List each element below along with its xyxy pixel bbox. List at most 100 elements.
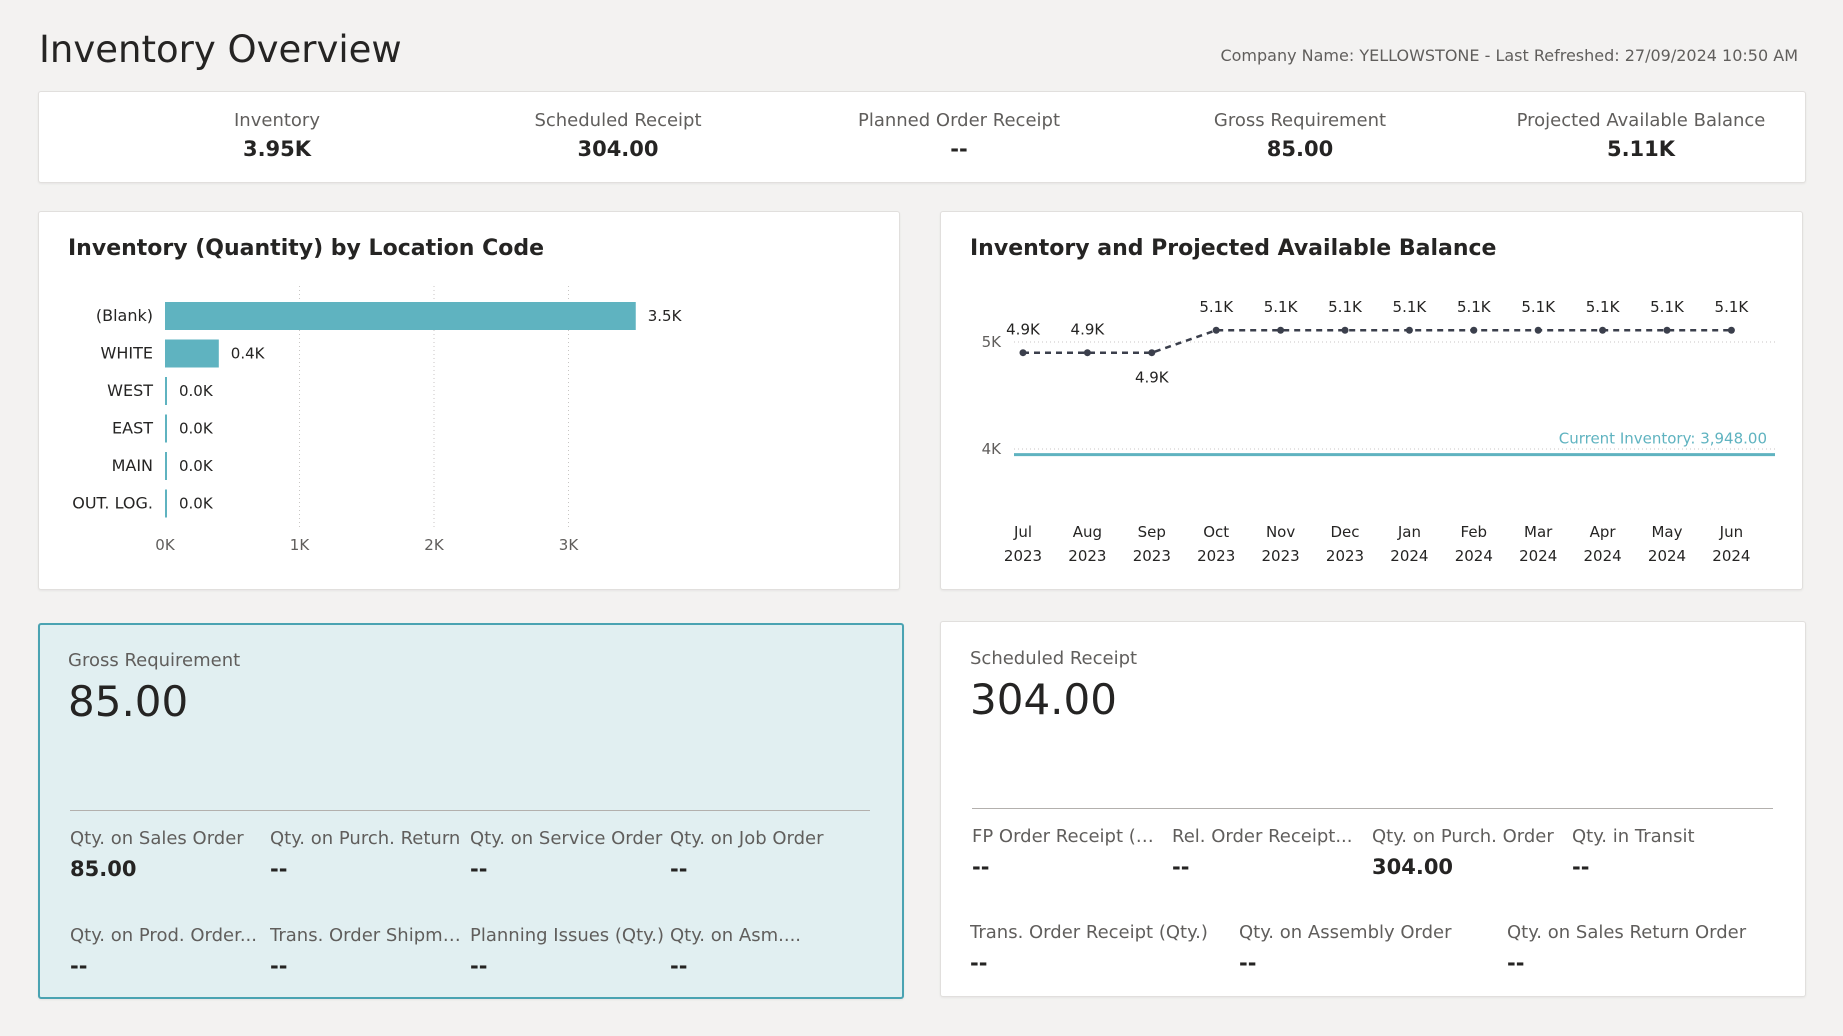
- field-qty-on-purch-return[interactable]: Qty. on Purch. Return --: [270, 828, 465, 881]
- data-label: 5.1K: [1521, 298, 1556, 316]
- field-value: --: [470, 954, 488, 978]
- kpi-gross-requirement[interactable]: Gross Requirement 85.00: [1150, 110, 1450, 161]
- x-tick-year: 2024: [1648, 547, 1686, 565]
- field-value: --: [1172, 855, 1190, 879]
- balance-line-chart[interactable]: 5K 4K Current Inventory: 3,948.00 4.9K 4.9K 4…: [941, 212, 1804, 591]
- current-inventory-label: Current Inventory: 3,948.00: [1559, 430, 1767, 448]
- field-trans-order-receipt[interactable]: Trans. Order Receipt (Qty.) --: [970, 922, 1230, 975]
- projected-balance-point: [1470, 326, 1478, 334]
- x-tick-month: Aug: [1073, 523, 1102, 541]
- card-main-value: 85.00: [68, 677, 189, 726]
- field-value: --: [1507, 951, 1525, 975]
- field-label: Qty. on Job Order: [670, 828, 824, 849]
- category-label: (Blank): [96, 306, 153, 325]
- projected-balance-point: [1663, 326, 1671, 334]
- kpi-planned-order-receipt[interactable]: Planned Order Receipt --: [809, 110, 1109, 161]
- x-tick-year: 2023: [1262, 547, 1300, 565]
- field-qty-on-sales-order[interactable]: Qty. on Sales Order 85.00: [70, 828, 265, 881]
- x-tick-label: 0K: [155, 536, 176, 554]
- projected-balance-point: [1405, 326, 1413, 334]
- field-label: Qty. on Service Order: [470, 828, 663, 849]
- field-qty-on-assembly-order[interactable]: Qty. on Assembly Order --: [1239, 922, 1499, 975]
- field-value: --: [972, 855, 990, 879]
- kpi-value: 304.00: [577, 137, 659, 161]
- field-value: --: [70, 954, 88, 978]
- field-qty-on-asm[interactable]: Qty. on Asm.... --: [670, 925, 870, 978]
- page-title: Inventory Overview: [39, 28, 402, 71]
- field-label: Qty. on Asm....: [670, 925, 802, 946]
- kpi-value: 5.11K: [1606, 137, 1676, 161]
- projected-balance-point: [1534, 326, 1542, 334]
- field-qty-on-service-order[interactable]: Qty. on Service Order --: [470, 828, 670, 881]
- field-trans-order-shipment[interactable]: Trans. Order Shipmen... --: [270, 925, 465, 978]
- kpi-card: Inventory 3.95K Scheduled Receipt 304.00…: [38, 91, 1806, 183]
- field-value: --: [970, 951, 988, 975]
- projected-balance-point: [1599, 326, 1607, 334]
- gross-requirement-card[interactable]: Gross Requirement 85.00 Qty. on Sales Or…: [38, 623, 904, 999]
- field-value: 304.00: [1372, 855, 1454, 879]
- field-label: Qty. on Purch. Return: [270, 828, 461, 849]
- field-rel-order-receipt[interactable]: Rel. Order Receipt... --: [1172, 826, 1367, 879]
- kpi-label: Gross Requirement: [1213, 110, 1387, 131]
- balance-line-chart-card[interactable]: Inventory and Projected Available Balanc…: [940, 211, 1803, 590]
- x-tick-month: Dec: [1330, 523, 1359, 541]
- kpi-value: --: [950, 137, 968, 161]
- field-value: 85.00: [70, 857, 137, 881]
- x-tick-month: Mar: [1524, 523, 1553, 541]
- x-tick-month: Sep: [1138, 523, 1166, 541]
- bar-value-label: 0.4K: [231, 345, 266, 363]
- x-tick-year: 2023: [1004, 547, 1042, 565]
- x-tick-label: 2K: [424, 536, 445, 554]
- kpi-scheduled-receipt[interactable]: Scheduled Receipt 304.00: [468, 110, 768, 161]
- data-label: 4.9K: [1135, 369, 1170, 387]
- location-bar-chart-card[interactable]: Inventory (Quantity) by Location Code 0K…: [38, 211, 900, 590]
- field-label: FP Order Receipt (Qty.): [972, 826, 1167, 847]
- field-qty-in-transit[interactable]: Qty. in Transit --: [1572, 826, 1772, 879]
- projected-balance-line: [1023, 328, 1732, 354]
- category-label: MAIN: [112, 456, 153, 475]
- kpi-value: 85.00: [1266, 137, 1334, 161]
- kpi-projected-available-balance[interactable]: Projected Available Balance 5.11K: [1491, 110, 1791, 161]
- x-tick-year: 2024: [1390, 547, 1428, 565]
- x-tick-month: Feb: [1461, 523, 1488, 541]
- field-qty-on-sales-return-order[interactable]: Qty. on Sales Return Order --: [1507, 922, 1773, 975]
- x-tick-month: Jun: [1719, 523, 1743, 541]
- bar: [165, 489, 167, 518]
- kpi-inventory[interactable]: Inventory 3.95K: [127, 110, 427, 161]
- projected-balance-point: [1212, 326, 1220, 334]
- card-title: Scheduled Receipt: [970, 648, 1138, 669]
- field-label: Trans. Order Receipt (Qty.): [970, 922, 1208, 943]
- data-label: 5.1K: [1328, 298, 1363, 316]
- field-qty-on-purch-order[interactable]: Qty. on Purch. Order 304.00: [1372, 826, 1572, 879]
- x-tick-year: 2024: [1712, 547, 1750, 565]
- x-tick-month: Apr: [1590, 523, 1617, 541]
- location-bar-chart[interactable]: 0K 1K 2K 3K (Blank) 3.5K WHITE 0.4K WEST 0.0K EAST…: [39, 212, 901, 591]
- field-fp-order-receipt[interactable]: FP Order Receipt (Qty.) --: [972, 826, 1167, 879]
- bar: [165, 414, 167, 443]
- kpi-label: Planned Order Receipt: [857, 110, 1061, 131]
- field-qty-on-prod-order[interactable]: Qty. on Prod. Order... --: [70, 925, 265, 978]
- category-label: OUT. LOG.: [72, 494, 153, 513]
- bar: [165, 377, 167, 405]
- kpi-label: Scheduled Receipt: [534, 110, 702, 131]
- scheduled-receipt-card[interactable]: Scheduled Receipt 304.00 FP Order Receip…: [940, 621, 1806, 997]
- kpi-label: Inventory: [234, 110, 320, 131]
- field-qty-on-job-order[interactable]: Qty. on Job Order --: [670, 828, 870, 881]
- y-tick-label: 5K: [982, 333, 1003, 351]
- data-label: 4.9K: [1006, 321, 1041, 339]
- projected-balance-point: [1341, 326, 1349, 334]
- field-planning-issues[interactable]: Planning Issues (Qty.) --: [470, 925, 670, 978]
- x-tick-year: 2024: [1519, 547, 1557, 565]
- y-tick-label: 4K: [982, 440, 1003, 458]
- data-label: 5.1K: [1650, 298, 1685, 316]
- data-label: 5.1K: [1586, 298, 1621, 316]
- field-label: Qty. in Transit: [1572, 826, 1695, 847]
- x-tick-year: 2023: [1068, 547, 1106, 565]
- card-main-value: 304.00: [970, 675, 1117, 724]
- bar-value-label: 0.0K: [179, 420, 214, 438]
- field-label: Qty. on Assembly Order: [1239, 922, 1452, 943]
- data-label: 5.1K: [1199, 298, 1234, 316]
- bar-value-label: 0.0K: [179, 457, 214, 475]
- field-label: Planning Issues (Qty.): [470, 925, 664, 946]
- field-label: Qty. on Sales Order: [70, 828, 244, 849]
